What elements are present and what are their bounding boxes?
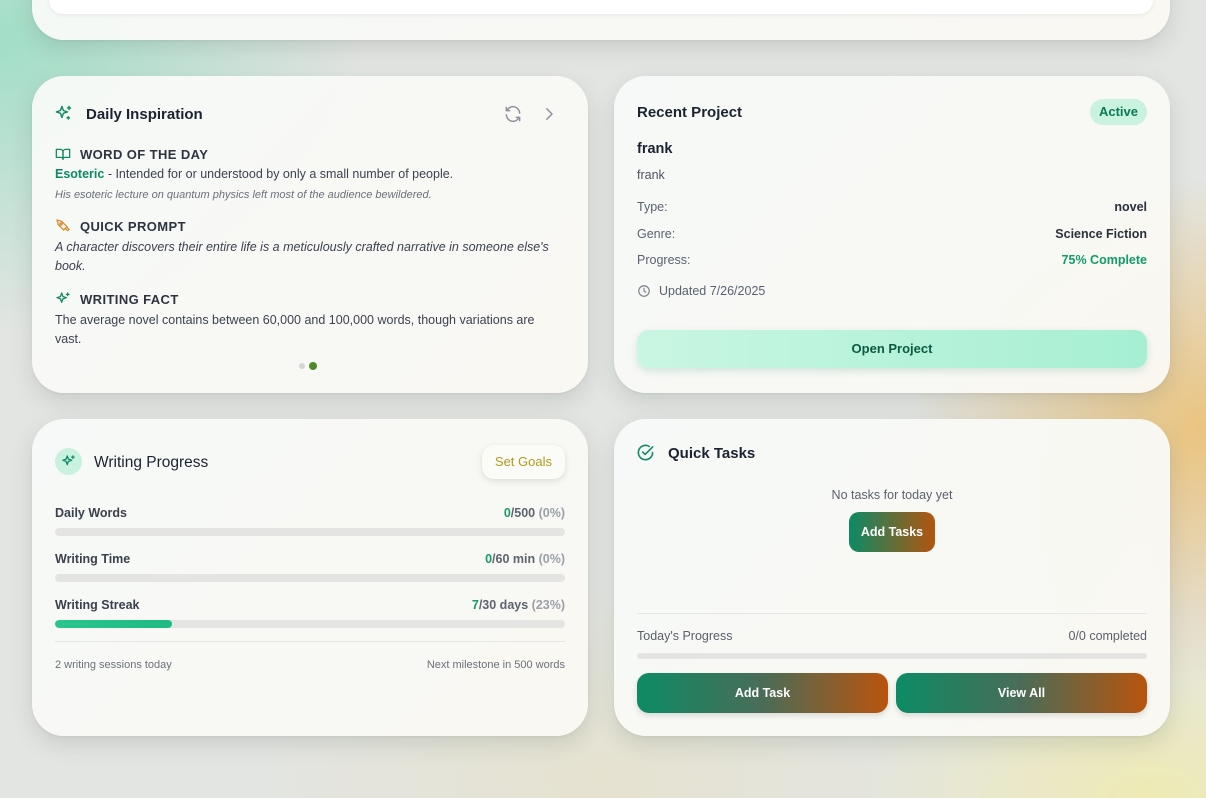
top-card-panel [49, 0, 1153, 14]
writing-streak-fill [55, 620, 173, 628]
writing-progress-icon-wrap [55, 448, 82, 475]
writing-time-row: Writing Time 0/60 min (0%) [55, 552, 565, 566]
daily-words-value: 0/500 (0%) [503, 506, 565, 520]
todays-progress-bar [637, 653, 1147, 659]
word-definition-text: - Intended for or understood by only a s… [104, 167, 454, 181]
refresh-icon[interactable] [503, 104, 523, 124]
todays-progress-label: Today's Progress [637, 629, 733, 643]
writing-fact-label: WRITING FACT [80, 291, 179, 307]
writing-streak-bar [55, 620, 565, 628]
recent-project-card: Recent Project Active frank frank Type: … [614, 76, 1170, 393]
recent-project-title: Recent Project [637, 104, 743, 121]
writing-progress-card: Writing Progress Set Goals Daily Words 0… [32, 419, 588, 736]
word-of-day-heading: WORD OF THE DAY [55, 146, 208, 162]
sparkles-icon [62, 455, 75, 466]
writing-progress-title: Writing Progress [94, 454, 209, 471]
quick-prompt-label: QUICK PROMPT [80, 218, 186, 234]
project-type-row: Type: novel [637, 200, 1147, 214]
writing-fact-line-1: The average novel contains between 60,00… [55, 313, 535, 327]
carousel-dot-1[interactable] [299, 363, 305, 369]
quick-prompt-heading: QUICK PROMPT [55, 218, 186, 234]
project-progress-label: Progress: [637, 253, 691, 267]
status-badge: Active [1089, 99, 1147, 125]
quick-tasks-divider [637, 613, 1147, 614]
word-example: His esoteric lecture on quantum physics … [55, 189, 432, 201]
top-card [32, 0, 1170, 40]
word-definition: Esoteric - Intended for or understood by… [55, 165, 562, 184]
sparkles-icon [55, 105, 72, 120]
todays-progress-value: 0/0 completed [1068, 629, 1147, 643]
add-tasks-button[interactable]: Add Tasks [849, 512, 935, 552]
add-task-button[interactable]: Add Task [637, 673, 888, 713]
pen-tool-icon [56, 219, 70, 232]
project-updated-row: Updated 7/26/2025 [637, 284, 1147, 298]
writing-time-value: 0/60 min (0%) [485, 552, 565, 566]
project-genre-value: Science Fiction [1055, 227, 1147, 241]
open-project-button[interactable]: Open Project [637, 330, 1147, 368]
writing-progress-divider [55, 641, 565, 642]
writing-streak-value: 7/30 days (23%) [471, 598, 565, 612]
writing-fact-heading: WRITING FACT [55, 291, 179, 307]
project-type-value: novel [1114, 200, 1147, 214]
project-name[interactable]: frank [637, 141, 672, 157]
project-type-label: Type: [637, 200, 668, 214]
project-progress-value: 75% Complete [1061, 253, 1147, 267]
writing-fact-line-2: vast. [55, 332, 82, 346]
quick-prompt-line-2: book. [55, 259, 86, 273]
daily-words-bar [55, 528, 565, 536]
writing-streak-row: Writing Streak 7/30 days (23%) [55, 598, 565, 612]
book-icon [55, 148, 71, 160]
quick-tasks-card: Quick Tasks No tasks for today yet Add T… [614, 419, 1170, 736]
daily-inspiration-card: Daily Inspiration WORD OF THE DAY Esoter… [32, 76, 588, 393]
chevron-right-icon[interactable] [540, 105, 558, 123]
set-goals-button[interactable]: Set Goals [481, 445, 565, 479]
writing-time-bar [55, 574, 565, 582]
daily-words-label: Daily Words [55, 506, 128, 520]
project-progress-row: Progress: 75% Complete [637, 253, 1147, 267]
project-updated-text: Updated 7/26/2025 [659, 284, 766, 298]
word-of-day-label: WORD OF THE DAY [80, 146, 209, 162]
view-all-button[interactable]: View All [896, 673, 1147, 713]
quick-tasks-title: Quick Tasks [668, 445, 756, 462]
project-genre-label: Genre: [637, 227, 676, 241]
writing-streak-label: Writing Streak [55, 598, 140, 612]
clock-icon [638, 285, 650, 297]
daily-words-row: Daily Words 0/500 (0%) [55, 506, 565, 520]
sessions-text: 2 writing sessions today [55, 659, 172, 671]
carousel-dot-2[interactable] [309, 362, 317, 370]
carousel-dots [299, 362, 317, 370]
todays-progress-row: Today's Progress 0/0 completed [637, 629, 1147, 643]
inspiration-title: Daily Inspiration [86, 106, 203, 123]
milestone-text: Next milestone in 500 words [426, 659, 565, 671]
check-circle-icon [637, 444, 654, 461]
project-description: frank [637, 168, 665, 182]
quick-prompt-line-1: A character discovers their entire life … [55, 240, 549, 254]
writing-time-label: Writing Time [55, 552, 131, 566]
sparkles-icon [56, 292, 70, 303]
project-genre-row: Genre: Science Fiction [637, 227, 1147, 241]
empty-tasks-text: No tasks for today yet [831, 488, 953, 502]
word-term: Esoteric [55, 167, 105, 181]
